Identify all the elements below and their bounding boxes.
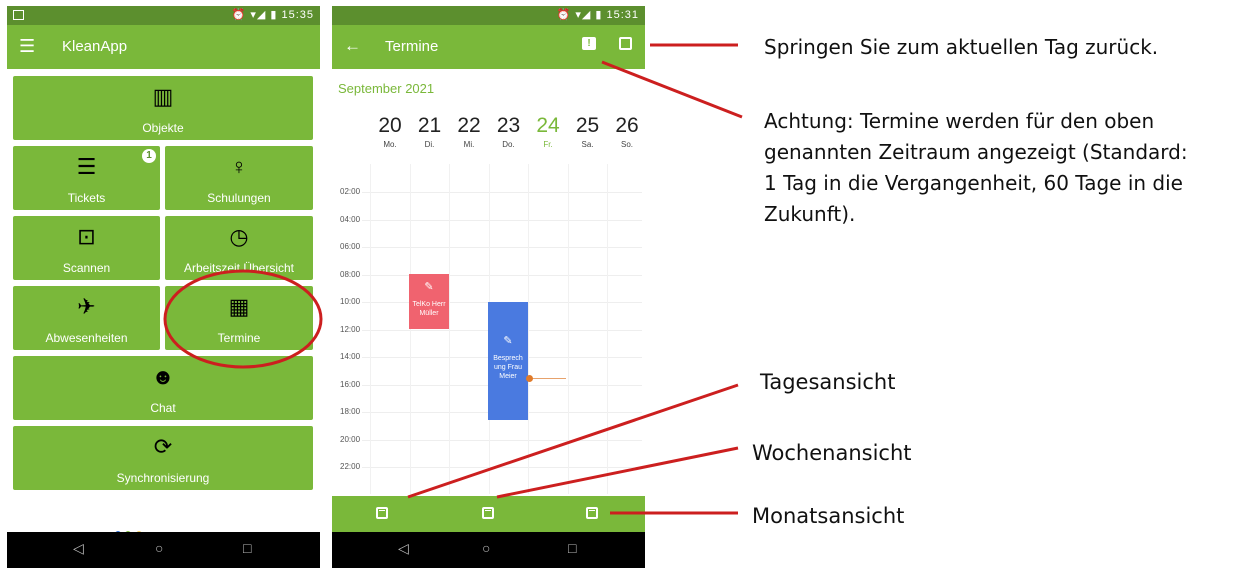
- range-annotation-line: Zukunft).: [764, 202, 856, 226]
- termine-highlight-ellipse: [163, 269, 323, 369]
- month-view-annotation: Monatsansicht: [752, 504, 905, 528]
- annotation-lines: [163, 43, 743, 515]
- range-callout-line: [601, 60, 743, 119]
- today-annotation: Springen Sie zum aktuellen Tag zurück.: [764, 35, 1159, 59]
- range-annotation: Achtung: Termine werden für den oben gen…: [764, 106, 1188, 230]
- range-annotation-line: Achtung: Termine werden für den oben: [764, 109, 1155, 133]
- range-annotation-line: genannten Zeitraum angezeigt (Standard:: [764, 140, 1188, 164]
- week-view-annotation: Wochenansicht: [752, 441, 912, 465]
- range-annotation-line: 1 Tag in die Vergangenheit, 60 Tage in d…: [764, 171, 1183, 195]
- day-view-annotation: Tagesansicht: [760, 370, 896, 394]
